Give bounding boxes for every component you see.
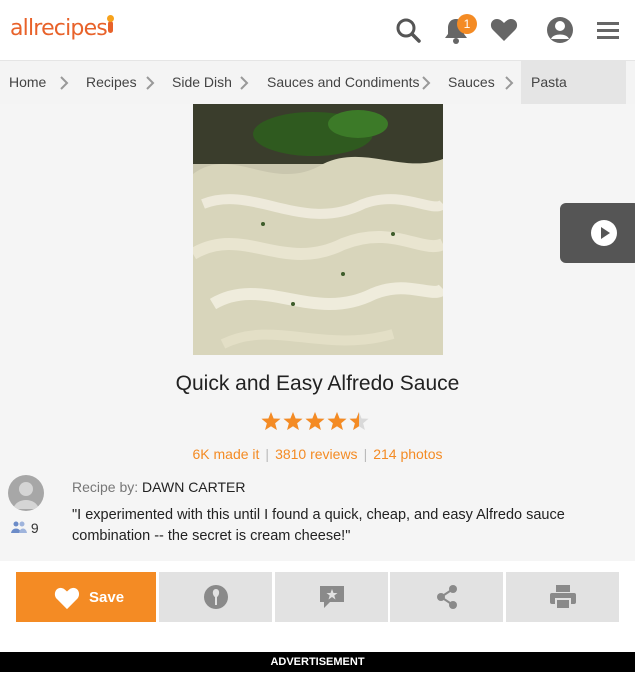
print-button[interactable] <box>506 572 619 622</box>
made-it-button[interactable] <box>159 572 272 622</box>
chevron-right-icon <box>422 76 431 90</box>
print-icon <box>549 585 576 610</box>
star-icon <box>283 412 303 430</box>
reviews-link[interactable]: 3810 reviews <box>275 446 358 462</box>
recipe-photo[interactable] <box>193 104 443 355</box>
star-icon <box>349 412 369 430</box>
made-it-count[interactable]: 6K made it <box>192 446 259 462</box>
recipe-title: Quick and Easy Alfredo Sauce <box>175 372 460 395</box>
review-button[interactable] <box>275 572 388 622</box>
breadcrumb-side-dish[interactable]: Side Dish <box>172 61 232 104</box>
review-icon <box>319 586 344 608</box>
search-icon[interactable] <box>393 15 423 45</box>
followers-count[interactable]: 9 <box>11 520 39 536</box>
menu-icon[interactable] <box>594 15 624 45</box>
breadcrumb-sauces-and-condiments[interactable]: Sauces and Condiments <box>267 61 420 104</box>
chevron-right-icon <box>240 76 249 90</box>
notification-badge: 1 <box>457 14 477 34</box>
author-name[interactable]: DAWN CARTER <box>142 479 245 495</box>
page-bottom <box>0 672 635 683</box>
chevron-right-icon <box>505 76 514 90</box>
save-button[interactable]: Save <box>16 572 156 622</box>
site-header: allrecipes 1 <box>0 0 635 61</box>
share-icon <box>436 585 457 609</box>
breadcrumb-pasta-sauces[interactable]: Pasta Sauces <box>521 61 626 133</box>
author-avatar[interactable] <box>8 475 44 511</box>
breadcrumb-home[interactable]: Home <box>9 61 46 104</box>
chevron-right-icon <box>146 76 155 90</box>
star-icon <box>261 412 281 430</box>
followers-icon <box>11 521 27 533</box>
heart-icon <box>54 587 80 610</box>
recipe-description: "I experimented with this until I found … <box>72 507 565 544</box>
heart-icon[interactable] <box>489 15 519 45</box>
advertisement-label: ADVERTISEMENT <box>0 652 635 672</box>
recipe-stats: 6K made it | 3810 reviews | 214 photos <box>192 446 443 462</box>
save-label: Save <box>89 589 125 606</box>
recipe-actions: Save <box>0 561 635 651</box>
photos-link[interactable]: 214 photos <box>373 446 442 462</box>
play-video-button[interactable] <box>560 203 635 263</box>
made-it-icon <box>203 585 228 609</box>
rating-stars[interactable] <box>260 409 372 433</box>
star-icon <box>327 412 347 430</box>
recipe-byline: Recipe by: DAWN CARTER <box>72 479 246 495</box>
allrecipes-logo[interactable]: allrecipes <box>10 15 114 41</box>
user-icon[interactable] <box>545 15 575 45</box>
breadcrumb-recipes[interactable]: Recipes <box>86 61 137 104</box>
star-icon <box>305 412 325 430</box>
play-icon <box>591 220 617 246</box>
breadcrumb-sauces[interactable]: Sauces <box>448 61 495 104</box>
share-button[interactable] <box>390 572 503 622</box>
byline-label: Recipe by: <box>72 479 139 495</box>
user-icon <box>13 482 39 509</box>
breadcrumb: Home Recipes Side Dish Sauces and Condim… <box>0 61 635 133</box>
chevron-right-icon <box>60 76 69 90</box>
